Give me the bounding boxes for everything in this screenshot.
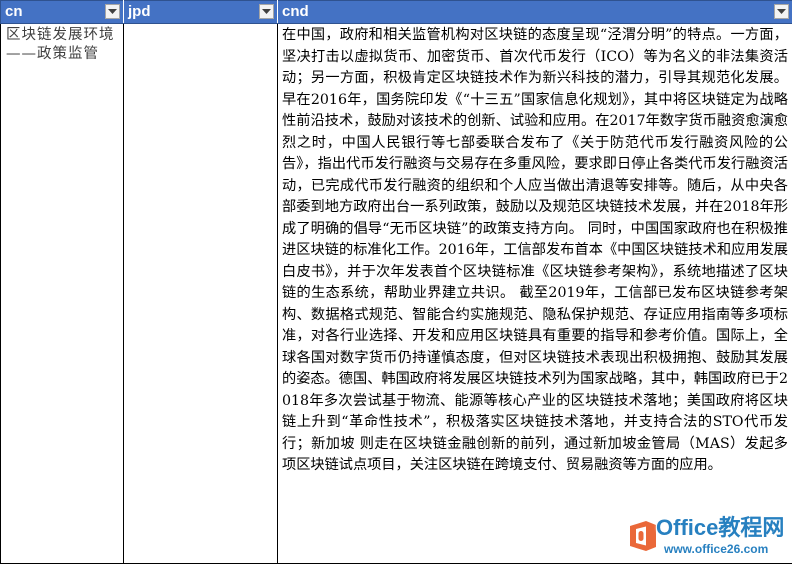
cell-text: [124, 24, 277, 26]
cell-jpd[interactable]: [123, 23, 278, 564]
dropdown-arrow-icon: [108, 8, 117, 14]
cell-text: 区块链发展环境——政策监管: [6, 27, 115, 62]
filter-dropdown-button[interactable]: [259, 4, 274, 19]
filter-dropdown-button[interactable]: [105, 4, 120, 19]
spreadsheet-view: cn jpd cnd 区块链发展环境——政策监管 在中国，政府和相关监管机构对区…: [0, 0, 792, 565]
column-header-jpd[interactable]: jpd: [123, 0, 278, 24]
header-row: cn jpd cnd: [0, 0, 792, 24]
column-header-label: jpd: [128, 3, 151, 20]
dropdown-arrow-icon: [262, 8, 271, 14]
column-header-label: cnd: [282, 3, 309, 20]
cell-cnd[interactable]: 在中国，政府和相关监管机构对区块链的态度呈现“泾渭分明”的特点。一方面，坚决打击…: [277, 23, 792, 564]
column-header-cnd[interactable]: cnd: [277, 0, 792, 24]
cell-text: 在中国，政府和相关监管机构对区块链的态度呈现“泾渭分明”的特点。一方面，坚决打击…: [282, 27, 788, 473]
table-row: 区块链发展环境——政策监管 在中国，政府和相关监管机构对区块链的态度呈现“泾渭分…: [0, 23, 792, 564]
dropdown-arrow-icon: [777, 8, 786, 14]
data-table: cn jpd cnd 区块链发展环境——政策监管 在中国，政府和相关监管机构对区…: [0, 0, 792, 564]
cell-cn[interactable]: 区块链发展环境——政策监管: [0, 23, 124, 564]
filter-dropdown-button[interactable]: [774, 4, 789, 19]
column-header-cn[interactable]: cn: [0, 0, 124, 24]
